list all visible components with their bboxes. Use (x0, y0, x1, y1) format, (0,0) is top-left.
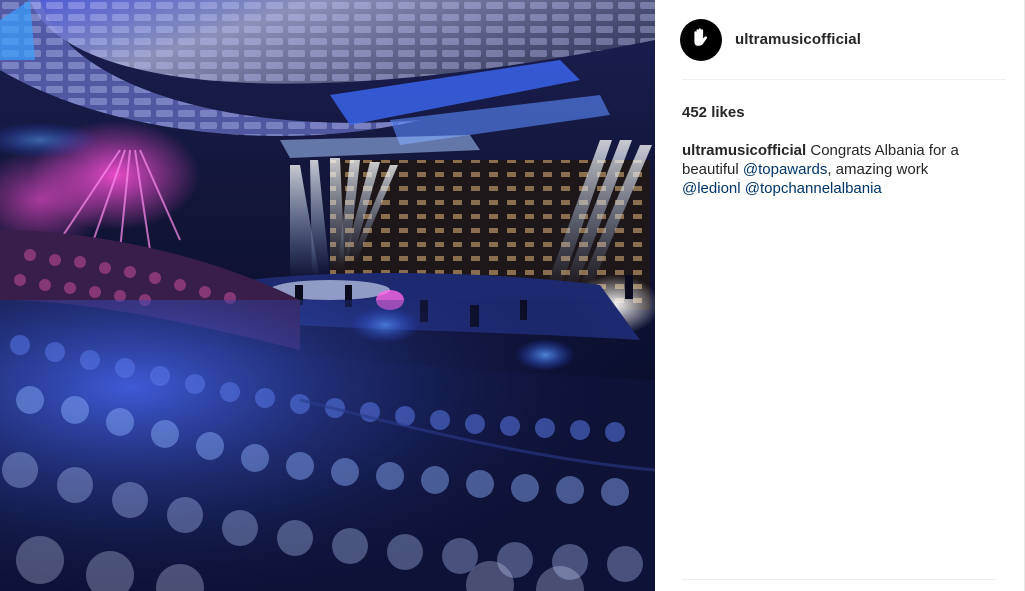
mention-ledionl[interactable]: @ledionl (682, 180, 741, 197)
mention-topawards[interactable]: @topawards (743, 161, 827, 178)
post-caption: ultramusicofficial Congrats Albania for … (682, 141, 982, 198)
post-header: ultramusicofficial (680, 0, 1006, 80)
post-photo[interactable] (0, 0, 655, 591)
mention-topchannelalbania[interactable]: @topchannelalbania (745, 180, 882, 197)
comments-divider (682, 579, 996, 580)
concert-arena-image (0, 0, 655, 591)
caption-text-2: , amazing work (827, 161, 929, 178)
caption-username[interactable]: ultramusicofficial (682, 142, 806, 159)
post-side-panel: ultramusicofficial 452 likes ultramusico… (655, 0, 1024, 591)
instagram-post: ultramusicofficial 452 likes ultramusico… (0, 0, 1025, 591)
post-author-username[interactable]: ultramusicofficial (735, 31, 861, 48)
profile-avatar[interactable] (680, 18, 722, 61)
likes-count[interactable]: 452 likes (682, 104, 1006, 121)
ultra-hand-logo-icon (689, 24, 713, 55)
